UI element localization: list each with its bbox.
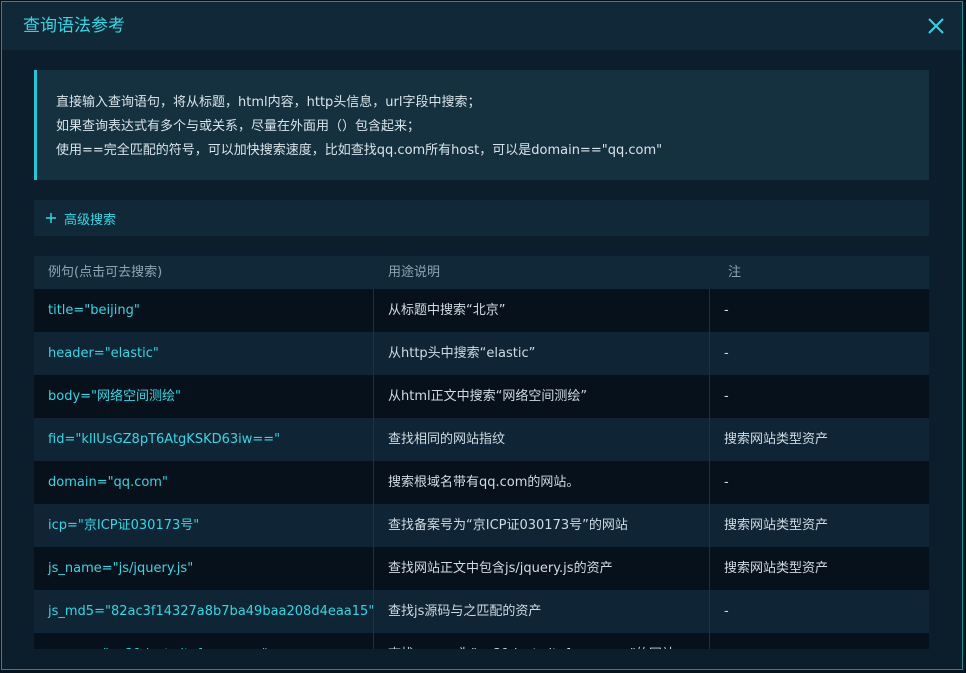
- usage-note: -: [724, 346, 729, 361]
- example-query-link[interactable]: domain="qq.com": [34, 461, 374, 504]
- dialog-header: 查询语法参考: [2, 2, 962, 50]
- usage-note: -: [710, 633, 929, 649]
- table-row: js_name="js/jquery.js" 查找网站正文中包含js/jquer…: [34, 547, 929, 590]
- column-header-note: 注: [728, 265, 742, 280]
- notice-line: 使用==完全匹配的符号，可以加快搜索速度，比如查找qq.com所有host，可以…: [56, 143, 663, 158]
- usage-description: 搜索根域名带有qq.com的网站。: [374, 461, 710, 504]
- close-icon[interactable]: [926, 16, 946, 36]
- usage-description: 查找cname为"ap21.inst.siteforce.com"的网站: [374, 633, 710, 649]
- usage-note: 搜索网站类型资产: [724, 561, 829, 576]
- usage-description: 从html正文中搜索“网络空间测绘”: [374, 375, 710, 418]
- plus-icon: [46, 213, 56, 223]
- table-row: body="网络空间测绘" 从html正文中搜索“网络空间测绘” -: [34, 375, 929, 418]
- usage-description: 查找备案号为“京ICP证030173号”的网站: [374, 504, 710, 547]
- example-query-link[interactable]: fid="kIlUsGZ8pT6AtgKSKD63iw==": [34, 418, 374, 461]
- usage-note: 搜索网站类型资产: [724, 518, 829, 533]
- example-query-link[interactable]: js_name="js/jquery.js": [34, 547, 374, 590]
- syntax-table[interactable]: 例句(点击可去搜索) 用途说明 注 title="beijing" 从标题中搜索…: [34, 256, 929, 649]
- column-header-description: 用途说明: [388, 265, 441, 280]
- syntax-notice: 直接输入查询语句，将从标题，html内容，http头信息，url字段中搜索； 如…: [34, 70, 929, 180]
- table-row: domain="qq.com" 搜索根域名带有qq.com的网站。 -: [34, 461, 929, 504]
- usage-description: 查找js源码与之匹配的资产: [374, 590, 710, 633]
- table-row: header="elastic" 从http头中搜索“elastic” -: [34, 332, 929, 375]
- example-query-link[interactable]: header="elastic": [34, 332, 374, 375]
- dialog-title: 查询语法参考: [23, 16, 125, 36]
- usage-note: -: [724, 389, 729, 404]
- query-syntax-dialog: 查询语法参考 直接输入查询语句，将从标题，html内容，http头信息，url字…: [1, 1, 963, 670]
- table-header: 例句(点击可去搜索) 用途说明 注: [34, 256, 929, 289]
- example-query-link[interactable]: cname="ap21.inst.siteforce.com": [34, 633, 374, 649]
- example-query-link[interactable]: icp="京ICP证030173号": [34, 504, 374, 547]
- usage-note: -: [724, 604, 729, 619]
- table-row: js_md5="82ac3f14327a8b7ba49baa208d4eaa15…: [34, 590, 929, 633]
- example-query-link[interactable]: js_md5="82ac3f14327a8b7ba49baa208d4eaa15…: [34, 590, 374, 633]
- usage-description: 从标题中搜索“北京”: [374, 289, 710, 332]
- usage-note: -: [724, 475, 729, 490]
- notice-line: 如果查询表达式有多个与或关系，尽量在外面用（）包含起来；: [56, 119, 421, 134]
- advanced-search-label: 高级搜索: [64, 212, 117, 228]
- example-query-link[interactable]: body="网络空间测绘": [34, 375, 374, 418]
- notice-line: 直接输入查询语句，将从标题，html内容，http头信息，url字段中搜索；: [56, 95, 481, 110]
- example-query-link[interactable]: title="beijing": [34, 289, 374, 332]
- usage-description: 查找相同的网站指纹: [374, 418, 710, 461]
- table-row: fid="kIlUsGZ8pT6AtgKSKD63iw==" 查找相同的网站指纹…: [34, 418, 929, 461]
- usage-note: 搜索网站类型资产: [724, 432, 829, 447]
- usage-description: 从http头中搜索“elastic”: [374, 332, 710, 375]
- advanced-search-toggle[interactable]: 高级搜索: [34, 200, 929, 236]
- table-row: icp="京ICP证030173号" 查找备案号为“京ICP证030173号”的…: [34, 504, 929, 547]
- table-row: cname="ap21.inst.siteforce.com" 查找cname为…: [34, 633, 929, 649]
- usage-note: -: [724, 303, 729, 318]
- column-header-example: 例句(点击可去搜索): [48, 265, 163, 280]
- table-row: title="beijing" 从标题中搜索“北京” -: [34, 289, 929, 332]
- usage-description: 查找网站正文中包含js/jquery.js的资产: [374, 547, 710, 590]
